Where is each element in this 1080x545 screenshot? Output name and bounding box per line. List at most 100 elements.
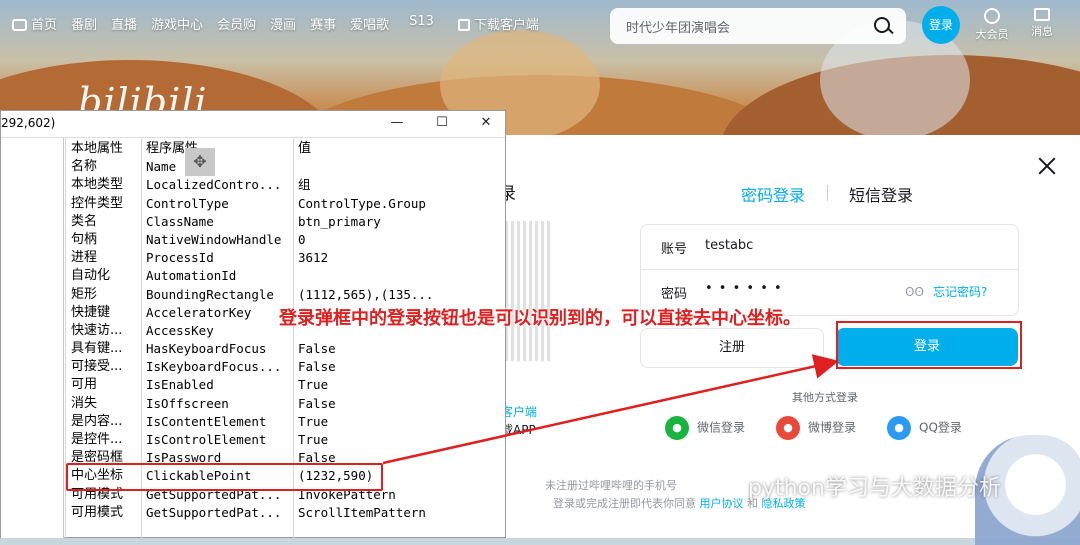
cell-value: 0 <box>298 231 306 247</box>
cell-local: 句柄 <box>71 231 98 247</box>
login-button-highlight <box>836 321 1022 369</box>
wechat-login[interactable]: ● 微信登录 <box>665 416 745 440</box>
table-row[interactable]: 是控件... IsControlElement True <box>65 431 505 449</box>
cell-local: 具有键... <box>71 341 123 357</box>
column-header-local[interactable]: 本地属性 <box>71 140 123 158</box>
close-window-button[interactable]: ✕ <box>476 114 496 132</box>
cell-local: 可用 <box>71 377 98 393</box>
table-row[interactable]: 是内容... IsContentElement True <box>65 413 505 431</box>
table-row[interactable]: 名称 Name <box>65 158 505 176</box>
table-row[interactable]: 可用模式 GetSupportedPat... ScrollItemPattern <box>65 504 505 522</box>
download-client-link[interactable]: 下载客户端 <box>457 14 539 33</box>
table-row[interactable]: 具有键... HasKeyboardFocus False <box>65 340 505 358</box>
table-row[interactable]: 进程 ProcessId 3612 <box>65 249 505 267</box>
watermark-text: python学习与大数据分析 <box>748 476 1001 501</box>
cell-value: False <box>298 341 336 357</box>
tab-sms-login[interactable]: 短信登录 <box>849 182 913 206</box>
vip-label: 大会员 <box>975 28 1009 41</box>
tab-password-login[interactable]: 密码登录 <box>741 182 805 206</box>
qr-code <box>505 221 551 361</box>
maximize-button[interactable]: ☐ <box>432 114 452 132</box>
cell-local: 是控件... <box>71 432 123 447</box>
cell-local: 名称 <box>71 159 98 175</box>
search-box[interactable]: 时代少年团演唱会 <box>610 8 906 44</box>
table-row[interactable]: 消失 IsOffscreen False <box>65 395 505 413</box>
qq-icon: ● <box>887 416 911 440</box>
login-form: 账号 testabc 密码 • • • • • • ʘʘ 忘记密码? <box>640 224 1019 316</box>
table-row[interactable]: 可接受... IsKeyboardFocus... False <box>65 358 505 376</box>
table-row[interactable]: 矩形 BoundingRectangle (1112,565),(135... <box>65 286 505 304</box>
account-input[interactable]: testabc <box>705 238 753 253</box>
inspect-titlebar[interactable]: 292,602) — ☐ ✕ <box>1 111 505 138</box>
table-row[interactable]: 控件类型 ControlType ControlType.Group <box>65 195 505 213</box>
forgot-password-link[interactable]: 忘记密码? <box>933 283 987 300</box>
nav-item-sing[interactable]: 爱唱歌 <box>350 14 389 33</box>
column-header-value[interactable]: 值 <box>298 140 311 158</box>
cell-value: 组 <box>298 177 311 193</box>
nav-item-live[interactable]: 直播 <box>111 14 137 33</box>
cell-value: True <box>298 432 329 447</box>
table-row[interactable]: 句柄 NativeWindowHandle 0 <box>65 231 505 249</box>
tree-pane[interactable] <box>1 138 64 538</box>
eye-closed-icon[interactable]: ʘʘ <box>905 285 924 299</box>
qq-login[interactable]: ● QQ登录 <box>887 416 962 440</box>
messages-entry[interactable]: 消息 <box>1022 8 1062 39</box>
vip-entry[interactable]: 大会员 <box>972 8 1012 42</box>
cell-local: 可接受... <box>71 359 123 375</box>
tv-icon <box>12 19 27 31</box>
cell-value: ControlType.Group <box>298 195 426 211</box>
table-row[interactable]: 可用 IsEnabled True <box>65 376 505 394</box>
weibo-login[interactable]: ● 微博登录 <box>776 416 856 440</box>
cell-prop: ClassName <box>146 213 214 229</box>
cell-value: btn_primary <box>298 213 381 229</box>
table-header-row: 本地属性 程序属性 值 <box>65 140 505 158</box>
cell-prop: AutomationId <box>146 268 237 284</box>
search-icon[interactable] <box>874 17 890 33</box>
cell-local: 消失 <box>71 395 98 411</box>
nav-item-vip-shop[interactable]: 会员购 <box>217 14 256 33</box>
table-row[interactable]: 本地类型 LocalizedContro... 组 <box>65 176 505 194</box>
nav-item-home[interactable]: 首页 <box>12 14 57 33</box>
nav-item-s13[interactable]: S13 <box>409 14 434 33</box>
inspect-title: 292,602) <box>1 116 56 130</box>
cell-value: True <box>298 377 329 393</box>
table-row[interactable]: 类名 ClassName btn_primary <box>65 213 505 231</box>
cell-prop: IsControlElement <box>146 432 267 447</box>
nav-item-esports[interactable]: 赛事 <box>310 14 336 33</box>
account-label: 账号 <box>661 242 688 257</box>
search-input[interactable]: 时代少年团演唱会 <box>626 17 730 36</box>
cell-prop: IsOffscreen <box>146 395 229 411</box>
cell-local: 本地类型 <box>71 177 124 193</box>
cell-value: ScrollItemPattern <box>298 504 426 520</box>
password-input[interactable]: • • • • • • <box>705 281 783 296</box>
weibo-login-label: 微博登录 <box>808 420 857 435</box>
cell-local: 矩形 <box>71 286 98 302</box>
top-nav: 首页 番剧 直播 游戏中心 会员购 漫画 赛事 爱唱歌 S13 下载客户端 <box>12 14 553 33</box>
header-login-button[interactable]: 登录 <box>922 6 960 44</box>
cell-prop: LocalizedContro... <box>146 177 282 193</box>
qr-download-text: 载APP <box>501 423 536 437</box>
cell-value: True <box>298 413 329 429</box>
cell-prop: IsContentElement <box>146 413 267 429</box>
qr-download-link[interactable]: 客户端 <box>501 403 537 420</box>
watermark: python学习与大数据分析 <box>718 470 1001 502</box>
cell-local: 是内容... <box>71 413 123 429</box>
terms-prefix: 登录或完成注册即代表你同意 <box>553 497 696 510</box>
vip-icon <box>984 8 1000 24</box>
nav-item-game-center[interactable]: 游戏中心 <box>151 14 203 33</box>
mail-icon <box>1034 8 1050 21</box>
cell-prop: AccessKey <box>146 322 214 338</box>
cell-value: (1112,565),(135... <box>298 286 434 302</box>
wechat-icon: ● <box>665 416 689 440</box>
wechat-watermark-icon <box>718 479 742 499</box>
minimize-button[interactable]: — <box>387 114 407 132</box>
close-icon[interactable] <box>1036 155 1058 177</box>
register-button[interactable]: 注册 <box>640 328 824 368</box>
form-divider <box>641 269 1018 270</box>
cell-prop: Name <box>146 159 177 175</box>
cell-local: 自动化 <box>71 268 111 284</box>
table-row[interactable]: 自动化 AutomationId <box>65 267 505 285</box>
nav-item-manga[interactable]: 漫画 <box>270 14 296 33</box>
nav-item-anime[interactable]: 番剧 <box>71 14 97 33</box>
cell-value: 3612 <box>298 250 329 266</box>
